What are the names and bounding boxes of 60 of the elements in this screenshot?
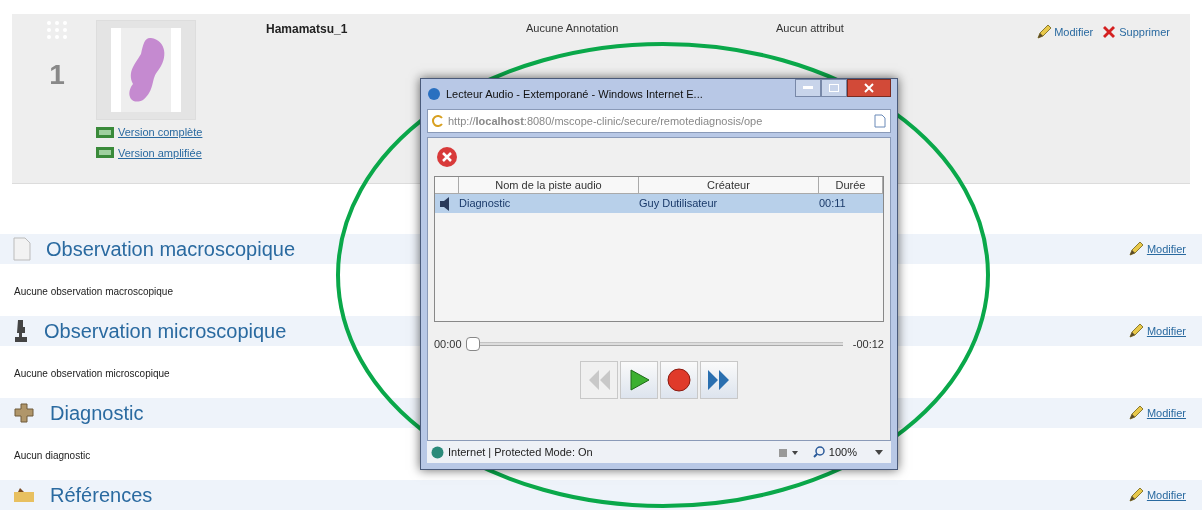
section-text: Aucun diagnostic (14, 450, 91, 461)
image-icon (96, 126, 114, 138)
edit-link[interactable]: Modifier (1146, 404, 1186, 422)
pencil-icon (1127, 405, 1144, 421)
edit-link[interactable]: Modifier (1054, 24, 1094, 41)
minimize-icon (803, 86, 813, 90)
section-title: Références (50, 483, 153, 508)
fast-forward-button[interactable] (700, 360, 738, 399)
zoom-level[interactable]: 100% (828, 443, 857, 461)
loading-icon (432, 115, 444, 127)
column-header[interactable]: Durée (819, 177, 883, 193)
version-link[interactable]: Version amplifiée (118, 144, 202, 161)
section-title: Diagnostic (50, 401, 144, 426)
pencil-icon (1127, 323, 1144, 339)
minimize-button[interactable] (795, 79, 821, 97)
microscope-icon (12, 319, 30, 343)
url-text: http://localhost:8080/mscope-clinic/secure/remotediagnosis/ope (448, 113, 763, 129)
edit-link[interactable]: Modifier (1146, 240, 1186, 258)
section-text: Aucune observation macroscopique (14, 286, 173, 297)
play-button[interactable] (620, 360, 658, 399)
status-text: Internet | Protected Mode: On (448, 444, 593, 460)
record-button[interactable] (660, 360, 698, 399)
window-title: Lecteur Audio - Extemporané - Windows Internet E... (446, 86, 703, 102)
table-cell-text: 00:11 (819, 196, 847, 212)
delete-icon (1101, 24, 1118, 41)
slide-name: Hamamatsu_1 (266, 21, 349, 38)
track-row[interactable]: Diagnostic Guy Dutilisateur 00:11 (435, 194, 883, 213)
remaining-time: -00:12 (852, 337, 884, 352)
delete-link[interactable]: Supprimer (1119, 24, 1170, 41)
delete-track-button[interactable] (434, 144, 460, 170)
version-link[interactable]: Version complète (118, 124, 203, 141)
record-icon (666, 366, 692, 393)
attributes-text: Aucun attribut (776, 21, 845, 36)
section-title: Observation macroscopique (46, 237, 295, 262)
slide-number: 1 (49, 58, 65, 92)
edit-link[interactable]: Modifier (1146, 486, 1186, 504)
column-header[interactable]: Créateur (639, 177, 819, 193)
table-cell-text: Diagnostic (459, 196, 512, 212)
column-header[interactable]: Nom de la piste audio (459, 177, 639, 193)
zoom-icon (812, 446, 825, 458)
close-button[interactable] (847, 79, 891, 97)
annotations-text: Aucune Annotation (526, 21, 620, 36)
page-icon (874, 114, 886, 128)
seek-thumb[interactable] (465, 337, 480, 352)
document-icon (12, 237, 32, 261)
edit-link[interactable]: Modifier (1146, 322, 1186, 340)
pencil-icon (1127, 487, 1144, 503)
elapsed-time: 00:00 (434, 337, 462, 352)
image-icon (96, 147, 114, 159)
pencil-icon (1127, 241, 1144, 257)
section-text: Aucune observation microscopique (14, 368, 170, 379)
maximize-icon (829, 84, 839, 92)
dropdown-icon (875, 449, 883, 455)
maximize-button[interactable] (821, 79, 847, 97)
address-bar[interactable]: http://localhost:8080/mscope-clinic/secure/remotediagnosis/ope (427, 109, 891, 133)
delete-icon (436, 146, 458, 168)
pencil-icon (1036, 24, 1053, 41)
close-icon (864, 83, 874, 93)
section-title: Observation microscopique (44, 319, 287, 344)
table-cell-text: Guy Dutilisateur (639, 196, 719, 212)
